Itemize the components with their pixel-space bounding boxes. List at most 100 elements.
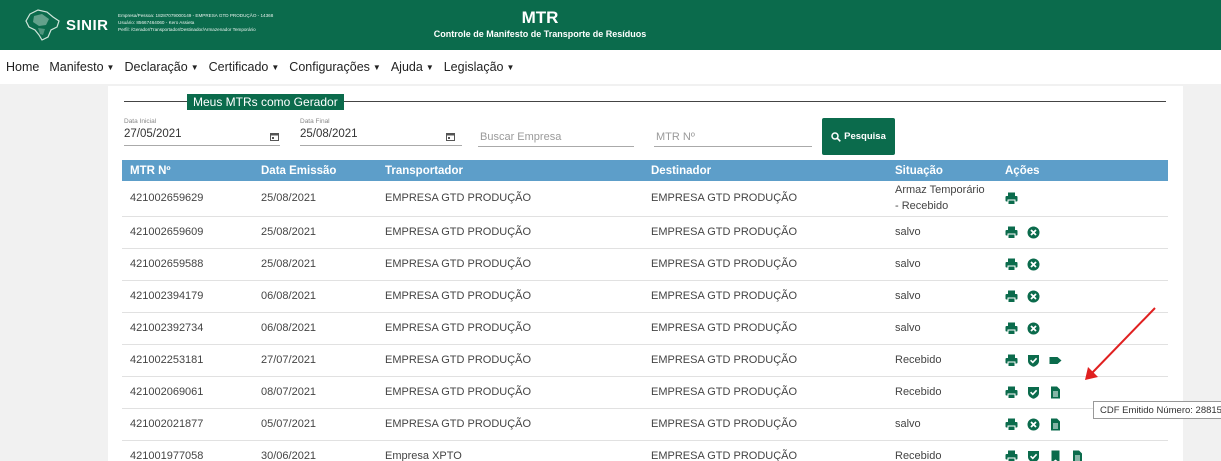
cell-actions — [997, 344, 1168, 377]
menu-certificado[interactable]: Certificado ▼ — [209, 60, 280, 74]
cell-destination: EMPRESA GTD PRODUÇÃO — [643, 440, 887, 461]
shield-check-icon[interactable] — [1027, 450, 1040, 461]
company-search-input[interactable]: Buscar Empresa — [480, 131, 561, 143]
cell-carrier: Empresa XPTO — [377, 440, 643, 461]
column-header-carrier[interactable]: Transportador — [377, 160, 643, 181]
document-icon[interactable] — [1049, 418, 1062, 431]
cancel-icon[interactable] — [1027, 226, 1040, 239]
column-header-status[interactable]: Situação — [887, 160, 997, 181]
print-icon[interactable] — [1005, 258, 1018, 271]
document-icon[interactable] — [1049, 386, 1062, 399]
cell-issue-date: 06/08/2021 — [253, 312, 377, 345]
end-date-field[interactable]: Data Final 25/08/2021 — [300, 118, 462, 146]
cell-carrier: EMPRESA GTD PRODUÇÃO — [377, 344, 643, 377]
cell-issue-date: 27/07/2021 — [253, 344, 377, 377]
cell-actions — [997, 312, 1168, 345]
cancel-icon[interactable] — [1027, 290, 1040, 303]
cell-status: Recebido — [887, 376, 997, 409]
table-row: 421002253181 27/07/2021 EMPRESA GTD PRODUÇ… — [122, 344, 1168, 377]
cell-destination: EMPRESA GTD PRODUÇÃO — [643, 312, 887, 345]
cell-carrier: EMPRESA GTD PRODUÇÃO — [377, 248, 643, 281]
search-button[interactable]: Pesquisa — [822, 118, 895, 155]
cell-destination: EMPRESA GTD PRODUÇÃO — [643, 181, 887, 217]
cell-destination: EMPRESA GTD PRODUÇÃO — [643, 344, 887, 377]
cell-mtr-number: 421001977058 — [122, 440, 253, 461]
start-date-field[interactable]: Data Inicial 27/05/2021 — [124, 118, 280, 146]
shield-check-icon[interactable] — [1027, 354, 1040, 367]
chevron-down-icon: ▼ — [372, 63, 381, 72]
cell-destination: EMPRESA GTD PRODUÇÃO — [643, 248, 887, 281]
print-icon[interactable] — [1005, 386, 1018, 399]
column-header-date[interactable]: Data Emissão — [253, 160, 377, 181]
company-search-underline — [478, 146, 634, 147]
print-icon[interactable] — [1005, 192, 1018, 205]
cell-status: Recebido — [887, 440, 997, 461]
app-header: SINIR Empresa/Pessoa: 18287079000149 - E… — [0, 0, 1221, 50]
user-company: Empresa/Pessoa: 18287079000149 - EMPRESA… — [118, 13, 274, 18]
cell-carrier: EMPRESA GTD PRODUÇÃO — [377, 280, 643, 313]
cell-mtr-number: 421002659629 — [122, 181, 253, 217]
cell-carrier: EMPRESA GTD PRODUÇÃO — [377, 181, 643, 217]
table-row: 421002394179 06/08/2021 EMPRESA GTD PRODUÇ… — [122, 280, 1168, 313]
cell-destination: EMPRESA GTD PRODUÇÃO — [643, 408, 887, 441]
mtr-table: MTR Nº Data Emissão Transportador Destin… — [122, 160, 1168, 461]
menu-home[interactable]: Home — [6, 60, 39, 74]
start-date-value: 27/05/2021 — [124, 128, 182, 140]
chevron-down-icon: ▼ — [106, 63, 115, 72]
print-icon[interactable] — [1005, 322, 1018, 335]
table-row: 421002659609 25/08/2021 EMPRESA GTD PRODUÇ… — [122, 216, 1168, 249]
column-header-destination[interactable]: Destinador — [643, 160, 887, 181]
menu-legislacao[interactable]: Legislação ▼ — [444, 60, 515, 74]
brand-name: SINIR — [66, 16, 109, 34]
cell-mtr-number: 421002659609 — [122, 216, 253, 249]
print-icon[interactable] — [1005, 418, 1018, 431]
cancel-icon[interactable] — [1027, 258, 1040, 271]
cell-mtr-number: 421002394179 — [122, 280, 253, 313]
table-row: 421002392734 06/08/2021 EMPRESA GTD PRODUÇ… — [122, 312, 1168, 345]
table-row: 421001977058 30/06/2021 Empresa XPTO EMPRES… — [122, 440, 1168, 461]
end-date-value: 25/08/2021 — [300, 128, 358, 140]
main-menu: Home Manifesto ▼ Declaração ▼ Certificado ▼… — [0, 50, 1221, 84]
section-title: Meus MTRs como Gerador — [187, 94, 344, 110]
shield-check-icon[interactable] — [1027, 386, 1040, 399]
user-name: Usuário: 85667464060 - Kero Assieta — [118, 20, 195, 25]
user-profile: Perfil: /Gerador/Transportador/Destinado… — [118, 27, 256, 32]
search-button-label: Pesquisa — [844, 131, 886, 142]
user-info: Empresa/Pessoa: 18287079000149 - EMPRESA… — [118, 12, 273, 33]
cell-mtr-number: 421002659588 — [122, 248, 253, 281]
sinir-logo[interactable]: SINIR — [22, 6, 114, 44]
cell-actions — [997, 181, 1168, 217]
cell-carrier: EMPRESA GTD PRODUÇÃO — [377, 312, 643, 345]
bookmark-icon[interactable] — [1049, 450, 1062, 461]
menu-manifesto[interactable]: Manifesto ▼ — [49, 60, 114, 74]
menu-configuracoes[interactable]: Configurações ▼ — [289, 60, 381, 74]
cell-mtr-number: 421002392734 — [122, 312, 253, 345]
cell-issue-date: 06/08/2021 — [253, 280, 377, 313]
column-header-mtr[interactable]: MTR Nº — [122, 160, 253, 181]
print-icon[interactable] — [1005, 290, 1018, 303]
cell-status: Armaz Temporário - Recebido — [887, 181, 997, 217]
print-icon[interactable] — [1005, 450, 1018, 461]
tag-icon[interactable] — [1049, 354, 1062, 367]
document-icon[interactable] — [1071, 450, 1084, 461]
menu-ajuda[interactable]: Ajuda ▼ — [391, 60, 434, 74]
cell-status: salvo — [887, 248, 997, 281]
table-row: 421002659588 25/08/2021 EMPRESA GTD PRODUÇ… — [122, 248, 1168, 281]
app-title: MTR Controle de Manifesto de Transporte … — [430, 8, 650, 40]
cell-actions — [997, 440, 1168, 461]
table-row: 421002659629 25/08/2021 EMPRESA GTD PRODUÇ… — [122, 181, 1168, 217]
cell-actions — [997, 216, 1168, 249]
calendar-icon[interactable] — [270, 132, 279, 141]
table-row: 421002021877 05/07/2021 EMPRESA GTD PRODUÇ… — [122, 408, 1168, 441]
cell-destination: EMPRESA GTD PRODUÇÃO — [643, 280, 887, 313]
app-title-subtitle: Controle de Manifesto de Transporte de R… — [433, 29, 647, 39]
calendar-icon[interactable] — [446, 132, 455, 141]
search-icon — [831, 131, 842, 142]
cancel-icon[interactable] — [1027, 322, 1040, 335]
mtr-number-input[interactable]: MTR Nº — [656, 131, 695, 143]
print-icon[interactable] — [1005, 354, 1018, 367]
print-icon[interactable] — [1005, 226, 1018, 239]
menu-declaracao[interactable]: Declaração ▼ — [124, 60, 198, 74]
cancel-icon[interactable] — [1027, 418, 1040, 431]
cell-issue-date: 25/08/2021 — [253, 216, 377, 249]
